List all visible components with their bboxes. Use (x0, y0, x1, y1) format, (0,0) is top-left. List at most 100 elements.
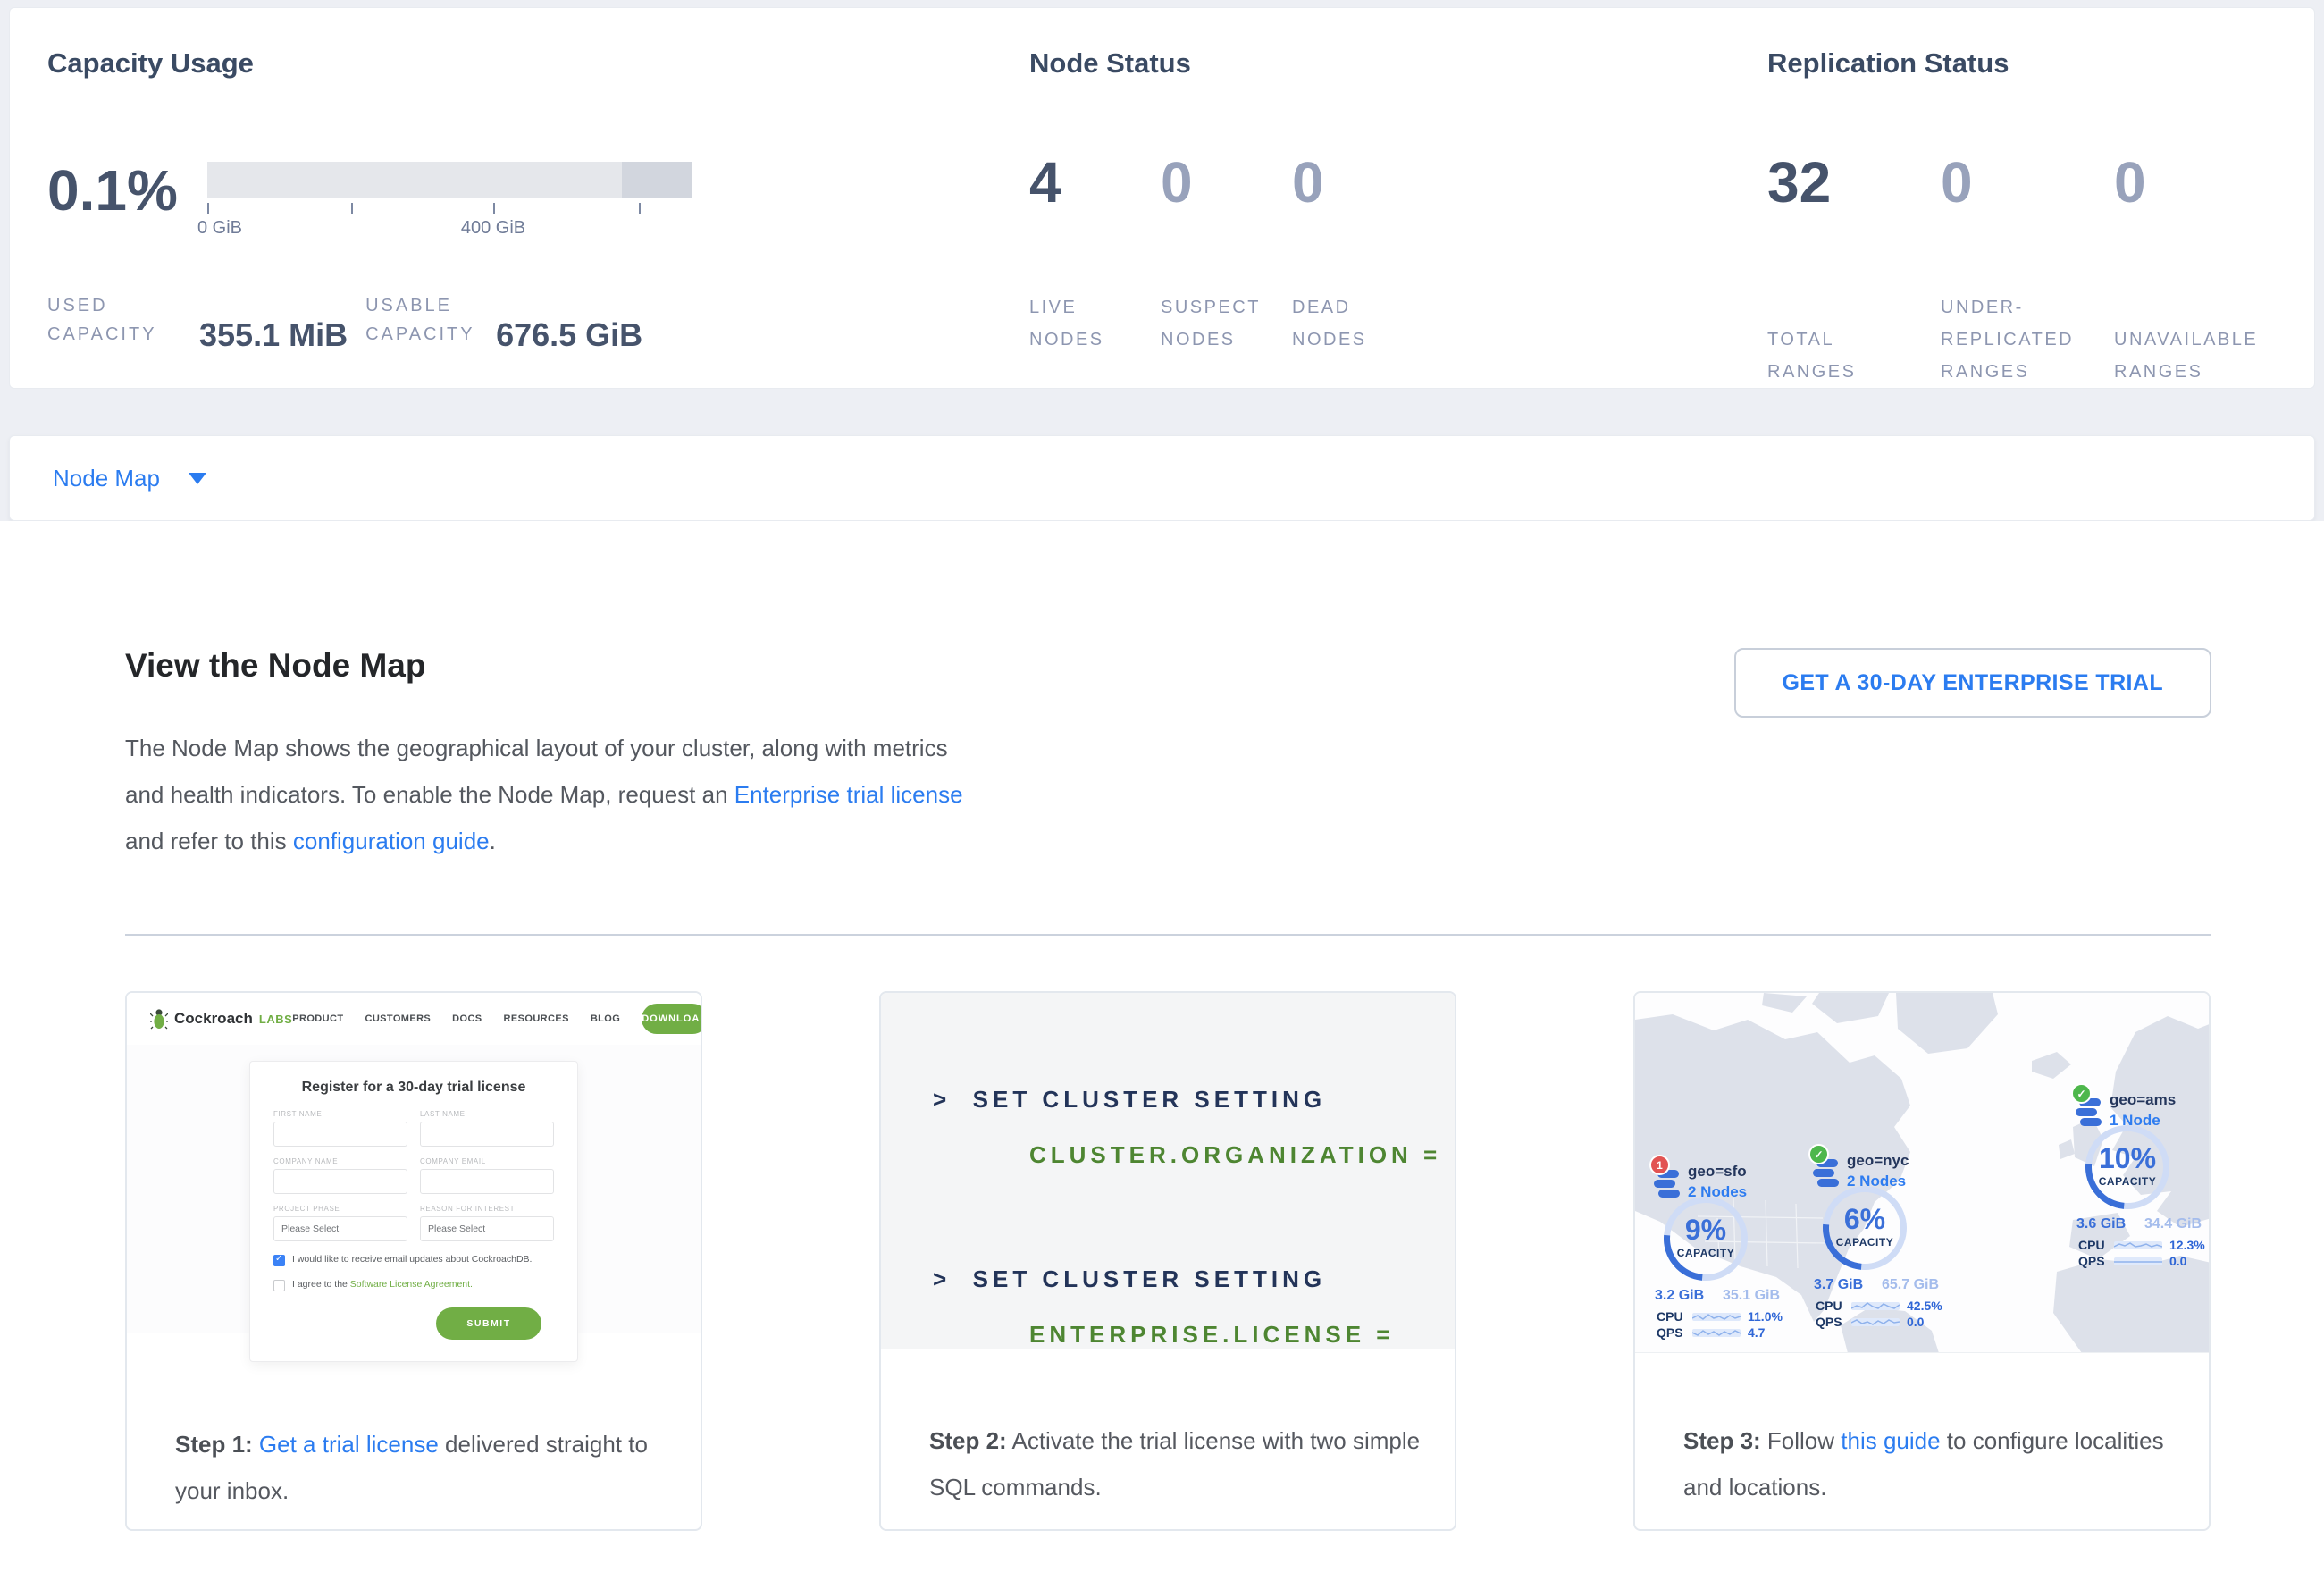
locality-name: geo=sfo (1688, 1163, 1747, 1181)
error-badge: 1 (1649, 1155, 1670, 1175)
cpu-label: CPU (2078, 1238, 2107, 1252)
cpu-sparkline (1692, 1309, 1741, 1324)
reason-for-interest-label: REASON FOR INTEREST (420, 1205, 554, 1213)
locality-name: geo=nyc (1847, 1152, 1909, 1170)
capacity-gauge: 9% CAPACITY (1664, 1197, 1748, 1281)
minisite-download-button: DOWNLOAD (642, 1004, 702, 1034)
dead-nodes-label: DEADNODES (1292, 291, 1423, 356)
trial-license-form: Register for a 30-day trial license FIRS… (249, 1061, 578, 1362)
suspect-nodes-label: SUSPECTNODES (1161, 291, 1292, 356)
enterprise-trial-license-link[interactable]: Enterprise trial license (734, 781, 963, 808)
capacity-percent: 0.1% (47, 159, 207, 248)
cluster-summary-panel: Capacity Usage 0.1% 0 GiB 400 GiB USED (9, 7, 2315, 389)
used-capacity: 3.7 GiB (1814, 1277, 1863, 1293)
suspect-nodes-value: 0 (1161, 149, 1292, 215)
step2-card: > SET CLUSTER SETTING CLUSTER.ORGANIZATI… (879, 991, 1456, 1531)
usable-capacity-label: USABLE CAPACITY (365, 291, 496, 349)
qps-value: 0.0 (2169, 1254, 2186, 1268)
step1-caption: Step 1: Get a trial license delivered st… (127, 1333, 701, 1514)
axis-tick (207, 203, 209, 214)
used-capacity-metric: USED CAPACITY 355.1 MiB (47, 291, 348, 349)
unavailable-ranges-label: UNAVAILABLERANGES (2114, 324, 2287, 388)
cpu-value: 12.3% (2169, 1238, 2205, 1252)
reason-for-interest-select: Please Select (420, 1216, 554, 1241)
section-divider (125, 934, 2211, 936)
used-capacity-value: 355.1 MiB (199, 316, 348, 354)
used-capacity: 3.6 GiB (2076, 1216, 2126, 1232)
node-map-dropdown-label: Node Map (53, 465, 160, 492)
node-map-dropdown[interactable]: Node Map (9, 435, 2315, 521)
minisite-nav-resources: RESOURCES (504, 1013, 569, 1024)
capacity-usage-title: Capacity Usage (47, 47, 1029, 80)
axis-tick (493, 203, 495, 214)
replication-status-title: Replication Status (1767, 47, 2314, 80)
minisite-nav-blog: BLOG (591, 1013, 620, 1024)
configuration-guide-link[interactable]: configuration guide (293, 828, 490, 854)
chevron-down-icon (189, 473, 206, 484)
step2-caption: Step 2: Activate the trial license with … (881, 1349, 1455, 1510)
license-agreement-text: I agree to the Software License Agreemen… (292, 1279, 473, 1290)
capacity-bar-nonusable-segment (622, 162, 692, 198)
intro-paragraph: The Node Map shows the geographical layo… (125, 725, 974, 864)
sql-arg-2: ENTERPRISE.LICENSE = (933, 1319, 1455, 1349)
qps-value: 0.0 (1907, 1315, 1924, 1329)
healthy-badge: ✓ (1808, 1144, 1829, 1164)
email-updates-text: I would like to receive email updates ab… (292, 1254, 532, 1265)
summary-section: Capacity Usage 0.1% 0 GiB 400 GiB USED (0, 0, 2324, 521)
axis-tick (351, 203, 353, 214)
enterprise-trial-button[interactable]: GET A 30-DAY ENTERPRISE TRIAL (1734, 648, 2212, 718)
qps-label: QPS (1816, 1315, 1844, 1329)
total-ranges-value: 32 (1767, 149, 1941, 215)
first-name-label: FIRST NAME (273, 1110, 407, 1118)
cpu-value: 11.0% (1748, 1309, 1783, 1324)
axis-tick-label-400: 400 GiB (461, 218, 525, 239)
last-name-field (420, 1122, 554, 1147)
form-title: Register for a 30-day trial license (273, 1080, 554, 1096)
total-capacity: 65.7 GiB (1882, 1277, 1939, 1293)
node-status-section: Node Status 4 0 0 LIVENODES SUSPECTNODES… (1029, 47, 1767, 388)
minisite-nav-product: PRODUCT (292, 1013, 343, 1024)
last-name-label: LAST NAME (420, 1110, 554, 1118)
sql-command-2: > SET CLUSTER SETTING (933, 1264, 1455, 1294)
healthy-badge: ✓ (2071, 1083, 2092, 1104)
minisite-navbar: Cockroach LABS PRODUCT CUSTOMERS DOCS RE… (127, 993, 701, 1045)
company-name-field (273, 1169, 407, 1194)
axis-tick-label-0: 0 GiB (197, 218, 242, 239)
capacity-bar (207, 162, 692, 198)
total-capacity: 34.4 GiB (2144, 1216, 2202, 1232)
cockroach-logo-icon (150, 1008, 168, 1030)
live-nodes-label: LIVENODES (1029, 291, 1161, 356)
under-replicated-ranges-label: UNDER-REPLICATEDRANGES (1941, 291, 2114, 388)
this-guide-link[interactable]: this guide (1841, 1427, 1940, 1454)
node-group-nyc: ✓ geo=nyc 2 Nodes 6% (1810, 1152, 1971, 1190)
replication-status-section: Replication Status 32 0 0 TOTALRANGES UN… (1767, 47, 2314, 388)
qps-label: QPS (1657, 1325, 1685, 1340)
step3-caption: Step 3: Follow this guide to configure l… (1635, 1353, 2209, 1510)
page-title: View the Node Map (125, 646, 974, 685)
used-capacity: 3.2 GiB (1655, 1288, 1704, 1304)
cpu-sparkline (2114, 1238, 2162, 1252)
capacity-usage-section: Capacity Usage 0.1% 0 GiB 400 GiB USED (47, 47, 1029, 388)
total-ranges-label: TOTALRANGES (1767, 324, 1941, 388)
dead-nodes-value: 0 (1292, 149, 1423, 215)
qps-value: 4.7 (1748, 1325, 1765, 1340)
registration-site-screenshot: Cockroach LABS PRODUCT CUSTOMERS DOCS RE… (127, 993, 701, 1333)
node-map-preview: 1 geo=sfo 2 Nodes 9% (1635, 993, 2209, 1353)
qps-sparkline (2114, 1254, 2162, 1268)
cpu-sparkline (1851, 1299, 1900, 1313)
minisite-nav-docs: DOCS (452, 1013, 482, 1024)
sql-arg-1: CLUSTER.ORGANIZATION = (933, 1139, 1455, 1170)
cockroach-labs-logo: Cockroach LABS (150, 1008, 292, 1030)
node-map-content: View the Node Map The Node Map shows the… (0, 521, 2324, 1531)
qps-sparkline (1851, 1315, 1900, 1329)
step3-card: 1 geo=sfo 2 Nodes 9% (1633, 991, 2211, 1531)
locality-name: geo=ams (2110, 1091, 2176, 1109)
get-trial-license-link[interactable]: Get a trial license (259, 1431, 439, 1458)
step1-card: Cockroach LABS PRODUCT CUSTOMERS DOCS RE… (125, 991, 702, 1531)
sql-command-1: > SET CLUSTER SETTING (933, 1084, 1455, 1114)
total-capacity: 35.1 GiB (1723, 1288, 1780, 1304)
node-group-ams: ✓ geo=ams 1 Node 10% (2073, 1091, 2209, 1130)
sql-commands-panel: > SET CLUSTER SETTING CLUSTER.ORGANIZATI… (881, 993, 1455, 1349)
qps-sparkline (1692, 1325, 1741, 1340)
axis-tick (639, 203, 641, 214)
